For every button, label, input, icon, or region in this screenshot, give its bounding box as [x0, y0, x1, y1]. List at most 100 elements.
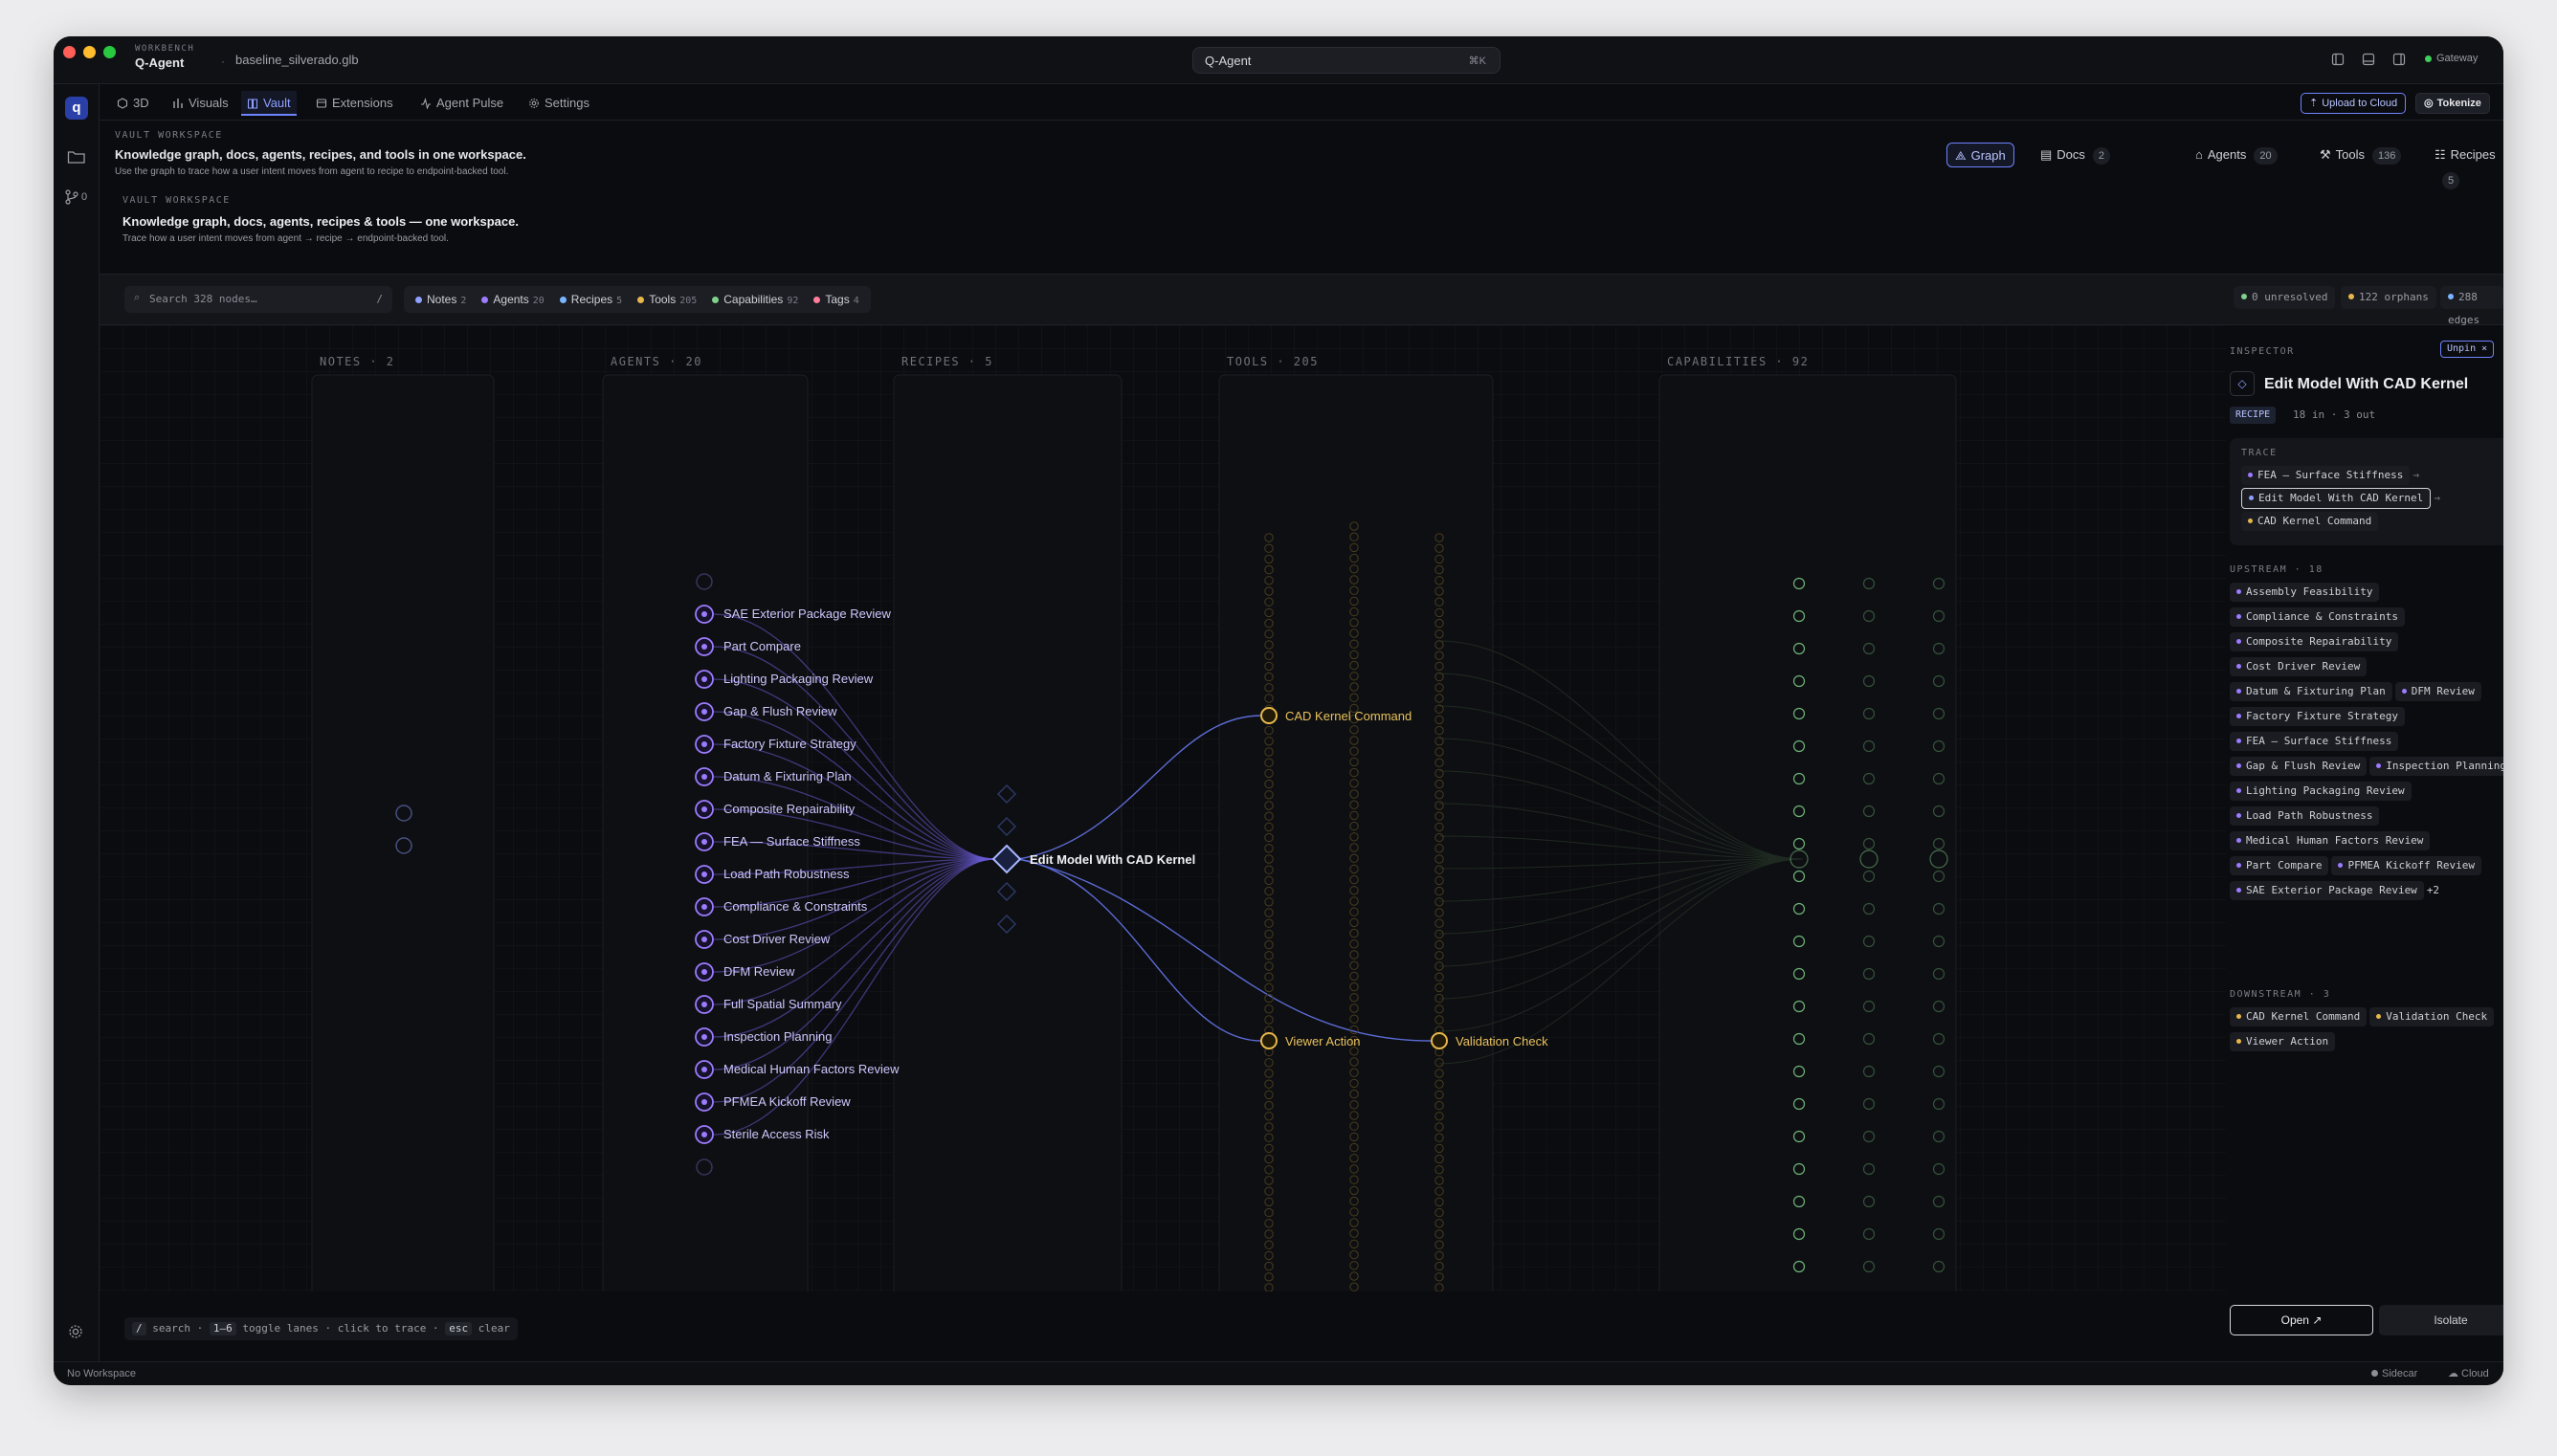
upstream-item[interactable]: Cost Driver Review	[2230, 657, 2368, 676]
agent-label[interactable]: Compliance & Constraints	[723, 899, 868, 914]
app-window: WORKBENCH Q-Agent · baseline_silverado.g…	[54, 36, 2503, 1385]
bottom-panel-toggle-icon[interactable]	[2362, 53, 2375, 66]
lane-title[interactable]: NOTES · 2	[320, 355, 395, 368]
upstream-item[interactable]: SAE Exterior Package Review	[2230, 881, 2424, 900]
agent-label[interactable]: Part Compare	[723, 639, 801, 653]
lane-title[interactable]: RECIPES · 5	[901, 355, 993, 368]
upstream-item[interactable]: Datum & Fixturing Plan	[2230, 682, 2392, 701]
filter-tools[interactable]: Tools 205	[630, 289, 704, 312]
view-docs-button[interactable]: ▤ Docs 2	[2033, 143, 2118, 167]
tool-node[interactable]	[1260, 1032, 1278, 1049]
view-tools-button[interactable]: ⚒ Tools 136	[2312, 143, 2409, 167]
tokenize-button[interactable]: ◎ Tokenize	[2415, 93, 2490, 114]
open-button[interactable]: Open ↗	[2230, 1305, 2373, 1335]
vault-eyebrow: VAULT WORKSPACE	[122, 195, 231, 206]
upstream-item[interactable]: Assembly Feasibility	[2230, 583, 2380, 602]
upstream-item[interactable]: Compliance & Constraints	[2230, 607, 2405, 627]
upstream-item[interactable]: Composite Repairability	[2230, 632, 2399, 651]
folder-icon[interactable]	[67, 149, 86, 165]
workspace-header: VAULT WORKSPACE Knowledge graph, docs, a…	[100, 121, 2503, 189]
minimize-window-button[interactable]	[83, 46, 96, 58]
upstream-item[interactable]: Lighting Packaging Review	[2230, 782, 2412, 801]
workspace-status[interactable]: No Workspace	[67, 1368, 136, 1379]
settings-gear-icon[interactable]	[67, 1323, 84, 1340]
downstream-item[interactable]: Validation Check	[2369, 1007, 2495, 1026]
sidebar-right-toggle-icon[interactable]	[2392, 53, 2406, 66]
view-agents-button[interactable]: ⌂ Agents 20	[2188, 143, 2285, 167]
tool-label[interactable]: CAD Kernel Command	[1285, 709, 1412, 723]
downstream-item[interactable]: Viewer Action	[2230, 1032, 2336, 1051]
agent-label[interactable]: Medical Human Factors Review	[723, 1062, 900, 1076]
upstream-item[interactable]: Part Compare	[2230, 856, 2329, 875]
agent-label[interactable]: SAE Exterior Package Review	[723, 607, 891, 621]
sidebar-left-toggle-icon[interactable]	[2331, 53, 2345, 66]
lane-title[interactable]: AGENTS · 20	[611, 355, 702, 368]
filter-agents[interactable]: Agents 20	[474, 289, 551, 312]
git-branch-icon[interactable]	[64, 188, 79, 206]
upload-to-cloud-button[interactable]: ⇡ Upload to Cloud	[2301, 93, 2407, 114]
tab-agent-pulse[interactable]: Agent Pulse	[414, 91, 509, 116]
downstream-item[interactable]: CAD Kernel Command	[2230, 1007, 2368, 1026]
upstream-more[interactable]: +2	[2427, 884, 2439, 896]
agent-label[interactable]: Cost Driver Review	[723, 932, 831, 946]
lane-title[interactable]: CAPABILITIES · 92	[1667, 355, 1809, 368]
tab-extensions[interactable]: Extensions	[310, 91, 399, 116]
isolate-button[interactable]: Isolate	[2379, 1305, 2503, 1335]
upstream-item[interactable]: Gap & Flush Review	[2230, 757, 2368, 776]
agent-label[interactable]: Full Spatial Summary	[723, 997, 842, 1011]
zoom-window-button[interactable]	[103, 46, 116, 58]
filter-capabilities[interactable]: Capabilities 92	[704, 289, 806, 312]
agent-label[interactable]: Load Path Robustness	[723, 867, 850, 881]
tab-3d[interactable]: 3D	[111, 91, 155, 116]
close-window-button[interactable]	[63, 46, 76, 58]
upstream-item[interactable]: DFM Review	[2394, 682, 2481, 701]
filter-notes[interactable]: Notes 2	[408, 289, 474, 312]
filter-tags[interactable]: Tags 4	[806, 289, 866, 312]
tool-label[interactable]: Viewer Action	[1285, 1034, 1361, 1048]
tool-label[interactable]: Validation Check	[1456, 1034, 1548, 1048]
agent-label[interactable]: Lighting Packaging Review	[723, 672, 874, 686]
filter-recipes[interactable]: Recipes 5	[552, 289, 630, 312]
tab-visuals[interactable]: Visuals	[167, 91, 234, 116]
agent-label[interactable]: Gap & Flush Review	[723, 704, 837, 718]
upstream-item[interactable]: Medical Human Factors Review	[2230, 831, 2431, 850]
agent-label[interactable]: Factory Fixture Strategy	[723, 737, 856, 751]
file-name[interactable]: baseline_silverado.glb	[235, 53, 359, 67]
agent-node-core	[701, 1002, 707, 1007]
upstream-item[interactable]: Factory Fixture Strategy	[2230, 707, 2405, 726]
search-input[interactable]: ⌕ Search 328 nodes… /	[124, 286, 392, 313]
unpin-button[interactable]: Unpin ×	[2440, 341, 2495, 358]
agent-label[interactable]: FEA — Surface Stiffness	[723, 834, 860, 849]
sidecar-status[interactable]: Sidecar	[2382, 1368, 2417, 1379]
upstream-item[interactable]: PFMEA Kickoff Review	[2331, 856, 2481, 875]
q-logo-icon[interactable]: q	[65, 97, 88, 120]
lane-title[interactable]: TOOLS · 205	[1227, 355, 1319, 368]
view-recipes-button[interactable]: ☷ Recipes 5	[2427, 143, 2503, 189]
trace-step[interactable]: Edit Model With CAD Kernel →	[2241, 488, 2503, 512]
upstream-item[interactable]: FEA — Surface Stiffness	[2230, 732, 2399, 751]
tool-node[interactable]	[1431, 1032, 1448, 1049]
trace-step[interactable]: FEA — Surface Stiffness →	[2241, 466, 2503, 488]
agent-label[interactable]: DFM Review	[723, 964, 795, 979]
graph-canvas[interactable]: NOTES · 2 AGENTS · 20 RECIPES · 5 TOOLS · 2…	[100, 325, 2226, 1291]
tool-node[interactable]	[1260, 707, 1278, 724]
tab-vault[interactable]: Vault	[241, 91, 297, 116]
hint-key-esc: esc	[445, 1322, 473, 1335]
agent-label[interactable]: PFMEA Kickoff Review	[723, 1094, 851, 1109]
upstream-item[interactable]: Load Path Robustness	[2230, 806, 2380, 826]
gateway-label[interactable]: Gateway	[2436, 53, 2478, 64]
agent-node-core	[701, 806, 707, 812]
tab-settings[interactable]: Settings	[523, 91, 595, 116]
inspector-eyebrow: INSPECTOR	[2230, 346, 2295, 357]
agent-label[interactable]: Inspection Planning	[723, 1029, 832, 1044]
view-graph-button[interactable]: ⟁ Graph	[1946, 143, 2014, 167]
upstream-item[interactable]: Inspection Planning	[2369, 757, 2503, 776]
agent-label[interactable]: Sterile Access Risk	[723, 1127, 830, 1141]
cloud-status[interactable]: Cloud	[2461, 1368, 2489, 1379]
agent-label[interactable]: Composite Repairability	[723, 802, 856, 816]
inspector-panel: INSPECTOR Unpin × ◇ Edit Model With CAD …	[2226, 325, 2503, 1361]
command-palette[interactable]: Q-Agent ⌘K	[1192, 47, 1501, 74]
trace-step[interactable]: CAD Kernel Command	[2241, 512, 2503, 536]
agent-label[interactable]: Datum & Fixturing Plan	[723, 769, 852, 783]
recipe-label[interactable]: Edit Model With CAD Kernel	[1030, 852, 1195, 867]
